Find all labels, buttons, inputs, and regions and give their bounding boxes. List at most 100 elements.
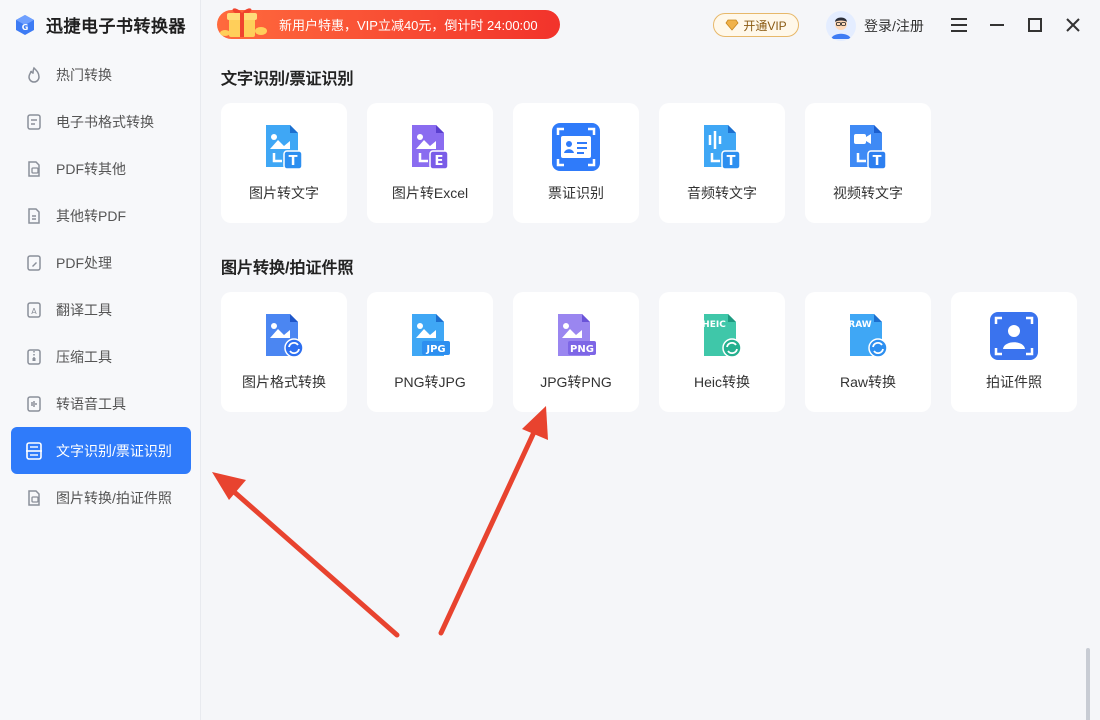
app-title: 迅捷电子书转换器 <box>46 17 186 36</box>
heic-convert-icon: HEIC <box>702 314 742 358</box>
format-badge: PNG <box>570 344 594 355</box>
scan-icon <box>24 441 44 461</box>
login-label: 登录/注册 <box>864 18 924 34</box>
card-label: 图片转Excel <box>391 185 469 201</box>
card-jpg-to-png[interactable]: PNG JPG转PNG <box>513 292 639 412</box>
sidebar-item-pdf-to-other[interactable]: PDF转其他 <box>11 145 191 192</box>
card-label: 拍证件照 <box>986 374 1042 390</box>
ocr-tool-grid: T 图片转文字 E 图片转Excel 票证识别 T 音频转文字 T 视频转文字 <box>221 103 931 223</box>
sidebar-item-other-to-pdf[interactable]: 其他转PDF <box>11 192 191 239</box>
format-badge: JPG <box>425 344 445 355</box>
card-heic-convert[interactable]: HEIC Heic转换 <box>659 292 785 412</box>
vip-label: 开通VIP <box>743 18 787 33</box>
sidebar-item-label: 热门转换 <box>56 66 112 83</box>
svg-text:T: T <box>727 154 736 169</box>
image-tool-grid: 图片格式转换 JPG PNG转JPG PNG JPG转PNG HEIC Heic… <box>221 292 1077 412</box>
jpg-to-png-icon: PNG <box>558 314 596 356</box>
sidebar-item-label: 其他转PDF <box>56 207 126 224</box>
pdf-import-icon <box>24 206 44 226</box>
sidebar-item-translate[interactable]: A 翻译工具 <box>11 286 191 333</box>
card-label: 图片格式转换 <box>242 374 326 390</box>
avatar-icon <box>826 11 856 41</box>
section-title-ocr: 文字识别/票证识别 <box>221 71 354 88</box>
sidebar-nav: 热门转换 电子书格式转换 PDF转其他 其他转PDF PDF处理 A 翻译工具 … <box>11 51 191 521</box>
card-png-to-jpg[interactable]: JPG PNG转JPG <box>367 292 493 412</box>
top-bar: 新用户特惠，VIP立减40元，倒计时 24:00:00 开通VIP 登录/注册 <box>201 0 1100 50</box>
format-badge: HEIC <box>702 320 726 330</box>
ebook-icon <box>24 112 44 132</box>
image-to-excel-icon: E <box>412 125 449 170</box>
card-label: PNG转JPG <box>394 374 466 390</box>
svg-text:G: G <box>22 23 29 32</box>
audio-to-text-icon: T <box>704 125 741 170</box>
main-content: 文字识别/票证识别 T 图片转文字 E 图片转Excel 票证识别 T 音频转文… <box>201 50 1100 720</box>
sidebar-item-voice[interactable]: 转语音工具 <box>11 380 191 427</box>
promo-banner[interactable]: 新用户特惠，VIP立减40元，倒计时 24:00:00 <box>217 7 560 39</box>
fire-icon <box>24 65 44 85</box>
section-title-image: 图片转换/拍证件照 <box>221 260 354 277</box>
sidebar-item-compress[interactable]: 压缩工具 <box>11 333 191 380</box>
app-logo-icon: G <box>16 14 34 35</box>
sidebar-item-label: 文字识别/票证识别 <box>56 442 172 459</box>
sidebar-item-pdf-process[interactable]: PDF处理 <box>11 239 191 286</box>
compress-icon <box>24 347 44 367</box>
sidebar-item-ebook[interactable]: 电子书格式转换 <box>11 98 191 145</box>
card-ticket-recognition[interactable]: 票证识别 <box>513 103 639 223</box>
image-to-text-icon: T <box>266 125 303 170</box>
card-label: 视频转文字 <box>833 185 903 201</box>
card-audio-to-text[interactable]: T 音频转文字 <box>659 103 785 223</box>
sidebar-item-ocr[interactable]: 文字识别/票证识别 <box>11 427 191 474</box>
maximize-icon <box>1028 18 1042 32</box>
card-label: Heic转换 <box>693 374 750 390</box>
card-video-to-text[interactable]: T 视频转文字 <box>805 103 931 223</box>
user-login[interactable]: 登录/注册 <box>826 11 924 41</box>
pdf-export-icon <box>24 159 44 179</box>
scrollbar[interactable] <box>1086 648 1090 720</box>
svg-text:A: A <box>31 307 37 316</box>
format-badge: RAW <box>848 320 871 330</box>
id-photo-icon <box>990 312 1038 360</box>
card-label: 票证识别 <box>548 185 604 201</box>
card-image-to-excel[interactable]: E 图片转Excel <box>367 103 493 223</box>
id-card-recognition-icon <box>552 123 600 171</box>
raw-convert-icon: RAW <box>848 314 888 358</box>
card-raw-convert[interactable]: RAW Raw转换 <box>805 292 931 412</box>
svg-text:E: E <box>435 154 444 169</box>
close-button[interactable] <box>1062 14 1084 36</box>
sidebar-item-label: 转语音工具 <box>56 395 126 412</box>
svg-text:T: T <box>289 154 298 169</box>
sidebar: G 迅捷电子书转换器 热门转换 电子书格式转换 PDF转其他 其他转PDF PD… <box>0 0 201 720</box>
sidebar-item-label: PDF转其他 <box>56 160 126 177</box>
diamond-icon <box>725 19 739 31</box>
image-icon <box>24 488 44 508</box>
avatar <box>826 11 856 41</box>
voice-icon <box>24 394 44 414</box>
sidebar-item-label: 电子书格式转换 <box>56 113 154 130</box>
minimize-icon <box>990 24 1004 26</box>
sidebar-item-label: 图片转换/拍证件照 <box>56 489 172 506</box>
maximize-button[interactable] <box>1024 14 1046 36</box>
sidebar-item-image[interactable]: 图片转换/拍证件照 <box>11 474 191 521</box>
png-to-jpg-icon: JPG <box>412 314 450 356</box>
image-format-convert-icon <box>266 314 304 358</box>
promo-text: 新用户特惠，VIP立减40元，倒计时 24:00:00 <box>279 18 538 33</box>
card-label: Raw转换 <box>839 374 896 390</box>
minimize-button[interactable] <box>986 14 1008 36</box>
vip-button[interactable]: 开通VIP <box>713 13 799 37</box>
menu-button[interactable] <box>948 14 970 36</box>
svg-text:T: T <box>873 154 882 169</box>
card-id-photo[interactable]: 拍证件照 <box>951 292 1077 412</box>
video-to-text-icon: T <box>850 125 887 170</box>
card-label: 音频转文字 <box>687 185 757 201</box>
card-label: JPG转PNG <box>540 374 612 390</box>
pdf-edit-icon <box>24 253 44 273</box>
sidebar-item-label: 压缩工具 <box>56 348 112 365</box>
card-image-format-convert[interactable]: 图片格式转换 <box>221 292 347 412</box>
sidebar-item-hot[interactable]: 热门转换 <box>11 51 191 98</box>
card-image-to-text[interactable]: T 图片转文字 <box>221 103 347 223</box>
sidebar-item-label: 翻译工具 <box>56 301 112 318</box>
close-icon <box>1066 18 1080 32</box>
translate-icon: A <box>24 300 44 320</box>
gift-icon <box>220 7 267 37</box>
hamburger-icon <box>951 18 967 32</box>
